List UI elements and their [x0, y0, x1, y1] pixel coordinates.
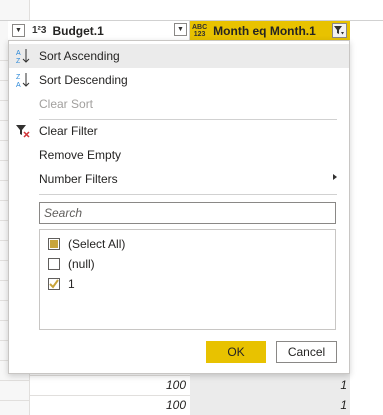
- clear-filter-icon: [15, 122, 31, 140]
- check-icon: [49, 279, 59, 289]
- ok-button[interactable]: OK: [206, 341, 266, 363]
- column-header-label: Month eq Month.1: [213, 23, 316, 38]
- svg-text:A: A: [16, 82, 21, 89]
- svg-text:Z: Z: [16, 74, 21, 81]
- filter-icon[interactable]: [332, 23, 347, 38]
- menu-item-label: Sort Ascending: [39, 49, 120, 63]
- search-input[interactable]: Search: [39, 202, 336, 224]
- type-icon-bottom: 123: [193, 30, 206, 38]
- budget-cell[interactable]: 100: [166, 398, 186, 412]
- type-icon-top: ABC: [192, 23, 208, 31]
- filter-dropdown-panel: A Z Sort Ascending Z A Sort Descending C…: [8, 40, 350, 374]
- number-filters-item[interactable]: Number Filters: [9, 167, 349, 191]
- any-type-icon[interactable]: ABC 123: [192, 24, 207, 38]
- month-cell[interactable]: 1: [340, 378, 347, 392]
- list-item-select-all[interactable]: (Select All): [48, 235, 125, 253]
- remove-empty-item[interactable]: Remove Empty: [9, 143, 349, 167]
- column-header-budget[interactable]: ▼ 1²3 Budget.1 ▼: [8, 21, 190, 40]
- budget-cell[interactable]: 100: [166, 378, 186, 392]
- number-type-icon[interactable]: 1²3: [32, 25, 46, 36]
- table-row: 100 1: [30, 375, 350, 395]
- column-header-month[interactable]: ABC 123 Month eq Month.1: [190, 21, 350, 40]
- svg-text:Z: Z: [16, 58, 21, 65]
- list-item-label: (null): [68, 257, 95, 271]
- sort-ascending-icon: A Z: [15, 47, 31, 65]
- chevron-right-icon: [333, 174, 337, 180]
- clear-filter-item[interactable]: Clear Filter: [9, 119, 349, 143]
- list-item-label: (Select All): [68, 237, 126, 251]
- checkbox[interactable]: [48, 258, 60, 270]
- table-row: 100 1: [30, 395, 350, 415]
- chevron-down-icon[interactable]: ▼: [174, 23, 187, 36]
- menu-item-label: Number Filters: [39, 172, 118, 186]
- menu-item-label: Remove Empty: [39, 148, 122, 162]
- sort-ascending-item[interactable]: A Z Sort Ascending: [9, 44, 349, 68]
- sort-descending-icon: Z A: [15, 71, 31, 89]
- cancel-button[interactable]: Cancel: [276, 341, 337, 363]
- menu-divider: [39, 194, 337, 195]
- sort-descending-item[interactable]: Z A Sort Descending: [9, 68, 349, 92]
- menu-item-label: Clear Filter: [39, 124, 98, 138]
- list-item-null[interactable]: (null): [48, 255, 95, 273]
- chevron-down-icon[interactable]: ▼: [12, 24, 25, 37]
- menu-item-label: Sort Descending: [39, 73, 128, 87]
- list-item-label: 1: [68, 277, 75, 291]
- row-divider: [0, 400, 30, 401]
- menu-item-label: Clear Sort: [39, 97, 94, 111]
- svg-text:A: A: [16, 50, 21, 57]
- checkbox[interactable]: [48, 278, 60, 290]
- filter-value-list: (Select All) (null) 1: [39, 229, 336, 330]
- row-divider: [0, 380, 30, 381]
- month-cell[interactable]: 1: [340, 398, 347, 412]
- list-item-1[interactable]: 1: [48, 275, 75, 293]
- clear-sort-item: Clear Sort: [9, 92, 349, 116]
- column-header-label: Budget.1: [52, 23, 104, 38]
- checkbox[interactable]: [48, 238, 60, 250]
